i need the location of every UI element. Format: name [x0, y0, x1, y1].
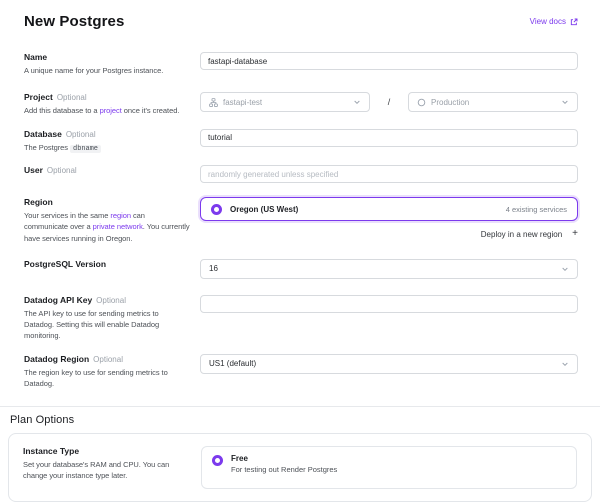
free-option-label: Free	[231, 454, 337, 463]
database-input[interactable]	[200, 129, 578, 147]
datadog-region-label: Datadog RegionOptional	[24, 354, 190, 364]
optional-badge: Optional	[66, 130, 96, 139]
free-option-description: For testing out Render Postgres	[231, 465, 337, 474]
datadog-region-value: US1 (default)	[209, 359, 256, 368]
region-field-row: Region Your services in the same region …	[24, 197, 578, 244]
plus-icon: +	[572, 229, 578, 239]
project-select[interactable]: fastapi-test	[200, 92, 370, 112]
name-label: Name	[24, 52, 190, 62]
datadog-api-key-description: The API key to use for sending metrics t…	[24, 308, 190, 342]
region-existing-services: 4 existing services	[506, 205, 567, 214]
user-input[interactable]	[200, 165, 578, 183]
instance-type-card: Instance Type Set your database's RAM an…	[8, 433, 592, 502]
chevron-down-icon	[561, 265, 569, 273]
postgresql-version-row: PostgreSQL Version 16	[24, 259, 578, 279]
instance-type-description: Set your database's RAM and CPU. You can…	[23, 459, 191, 482]
dbname-code-chip: dbname	[70, 145, 101, 153]
project-description: Add this database to a project once it's…	[24, 105, 190, 116]
postgresql-version-value: 16	[209, 264, 218, 273]
datadog-api-key-input[interactable]	[200, 295, 578, 313]
datadog-api-key-label: Datadog API KeyOptional	[24, 295, 190, 305]
radio-selected-icon	[211, 204, 222, 215]
project-icon	[209, 98, 218, 107]
datadog-api-key-row: Datadog API KeyOptional The API key to u…	[24, 295, 578, 342]
environment-select-value: Production	[431, 98, 469, 107]
section-divider	[0, 406, 600, 407]
user-field-row: UserOptional	[24, 165, 578, 183]
project-select-value: fastapi-test	[223, 98, 262, 107]
external-link-icon	[570, 18, 578, 26]
optional-badge: Optional	[57, 93, 87, 102]
project-field-row: ProjectOptional Add this database to a p…	[24, 92, 578, 116]
plan-options-heading: Plan Options	[10, 414, 600, 426]
database-field-row: DatabaseOptional The Postgres dbname	[24, 129, 578, 155]
optional-badge: Optional	[47, 166, 77, 175]
database-description: The Postgres dbname	[24, 142, 190, 155]
environment-select[interactable]: Production	[408, 92, 578, 112]
project-label: ProjectOptional	[24, 92, 190, 102]
environment-circle-icon	[417, 98, 426, 107]
database-label: DatabaseOptional	[24, 129, 190, 139]
new-postgres-form: Name A unique name for your Postgres ins…	[0, 52, 600, 389]
project-doc-link[interactable]: project	[100, 106, 122, 115]
datadog-region-select[interactable]: US1 (default)	[200, 354, 578, 374]
chevron-down-icon	[561, 360, 569, 368]
view-docs-label: View docs	[530, 17, 566, 26]
page-header: New Postgres View docs	[0, 0, 600, 30]
region-label: Region	[24, 197, 190, 207]
optional-badge: Optional	[93, 355, 123, 364]
deploy-new-region-label: Deploy in a new region	[481, 230, 562, 239]
region-doc-link[interactable]: region	[110, 211, 131, 220]
chevron-down-icon	[353, 98, 361, 106]
optional-badge: Optional	[96, 296, 126, 305]
datadog-region-row: Datadog RegionOptional The region key to…	[24, 354, 578, 390]
private-network-doc-link[interactable]: private network	[93, 222, 143, 231]
region-option-oregon[interactable]: Oregon (US West) 4 existing services	[200, 197, 578, 221]
project-environment-separator: /	[370, 97, 408, 107]
postgresql-version-label: PostgreSQL Version	[24, 259, 190, 269]
user-label: UserOptional	[24, 165, 190, 175]
deploy-new-region-link[interactable]: Deploy in a new region +	[200, 229, 578, 239]
page-title: New Postgres	[24, 13, 124, 30]
radio-selected-icon	[212, 455, 223, 466]
region-description: Your services in the same region can com…	[24, 210, 190, 244]
name-field-row: Name A unique name for your Postgres ins…	[24, 52, 578, 76]
view-docs-link[interactable]: View docs	[530, 17, 578, 26]
instance-type-label: Instance Type	[23, 446, 191, 456]
region-option-label: Oregon (US West)	[230, 205, 298, 214]
postgresql-version-select[interactable]: 16	[200, 259, 578, 279]
name-input[interactable]	[200, 52, 578, 70]
chevron-down-icon	[561, 98, 569, 106]
name-description: A unique name for your Postgres instance…	[24, 65, 190, 76]
datadog-region-description: The region key to use for sending metric…	[24, 367, 190, 390]
instance-type-option-free[interactable]: Free For testing out Render Postgres	[201, 446, 577, 489]
